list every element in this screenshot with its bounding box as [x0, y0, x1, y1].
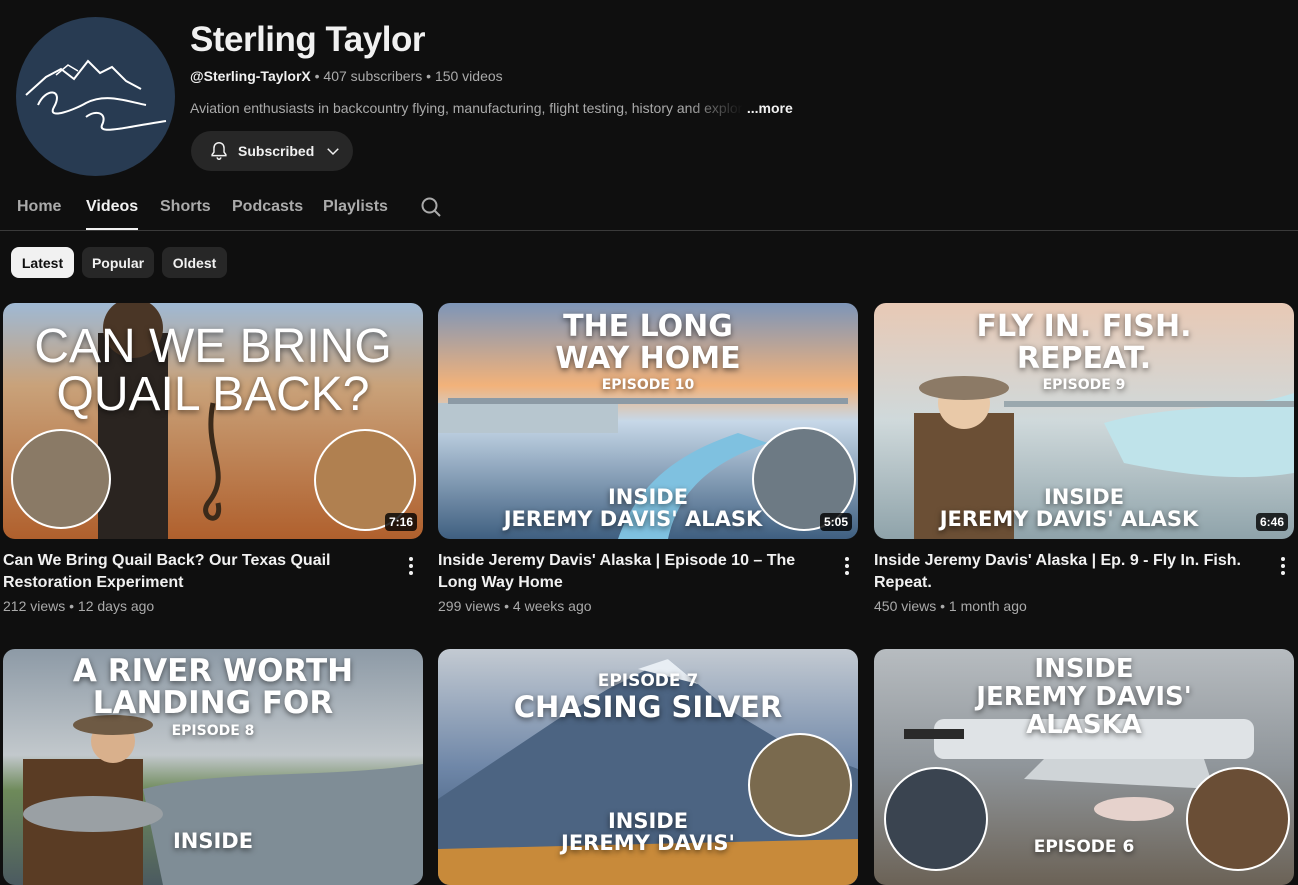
video-thumbnail[interactable]: EPISODE 7 CHASING SILVER INSIDE JEREMY D… [438, 649, 858, 885]
thumbnail-text-1: CAN WE BRING [34, 320, 392, 373]
thumbnail-bottom-2: JEREMY DAVIS' [561, 831, 735, 855]
video-title[interactable]: Inside Jeremy Davis' Alaska | Ep. 9 - Fl… [874, 550, 1264, 594]
thumbnail-text-1: THE LONG [563, 309, 733, 344]
episode-label: EPISODE 9 [1042, 377, 1126, 393]
thumbnail-bottom-1: INSIDE [607, 809, 689, 833]
duration-badge: 6:46 [1255, 513, 1288, 531]
chip-latest[interactable]: Latest [11, 247, 74, 278]
tab-videos[interactable]: Videos [86, 198, 139, 230]
thumbnail-text-1: INSIDE [1034, 654, 1134, 684]
video-thumbnail[interactable]: A RIVER WORTH LANDING FOR EPISODE 8 INSI… [3, 649, 423, 885]
duration-badge: 5:05 [819, 513, 852, 531]
thumbnail-text-2: LANDING FOR [92, 685, 334, 721]
search-icon[interactable] [419, 195, 443, 219]
video-thumbnail[interactable]: THE LONG WAY HOME EPISODE 10 INSIDE JERE… [438, 303, 858, 539]
episode-label: EPISODE 6 [1033, 837, 1135, 857]
video-thumbnail[interactable]: INSIDE JEREMY DAVIS' ALASKA EPISODE 6 [874, 649, 1294, 885]
video-meta: 299 views • 4 weeks ago [438, 598, 592, 614]
video-thumbnail[interactable]: FLY IN. FISH. REPEAT. EPISODE 9 INSIDE J… [874, 303, 1294, 539]
thumbnail-bottom-2: JEREMY DAVIS' ALASK [939, 507, 1199, 531]
thumbnail-bottom-2: JEREMY DAVIS' ALASK [503, 507, 763, 531]
thumbnail-text-1: FLY IN. FISH. [976, 309, 1192, 344]
channel-handle: @Sterling-TaylorX [190, 68, 311, 84]
avatar-logo [25, 59, 167, 131]
episode-label: EPISODE 10 [601, 377, 695, 393]
tab-podcasts[interactable]: Podcasts [232, 198, 303, 216]
thumbnail-text-2: JEREMY DAVIS' [976, 682, 1192, 712]
channel-stats: • 407 subscribers • 150 videos [310, 68, 503, 84]
more-link[interactable]: ...more [747, 100, 793, 116]
chip-popular[interactable]: Popular [82, 247, 154, 278]
channel-description[interactable]: Aviation enthusiasts in backcountry flyi… [190, 100, 793, 116]
duration-badge: 7:16 [384, 513, 417, 531]
thumbnail-text-2: WAY HOME [555, 341, 741, 376]
thumbnail-text-2: REPEAT. [1016, 341, 1152, 376]
thumbnail-bottom-1: INSIDE [172, 829, 254, 853]
episode-label: EPISODE 8 [171, 723, 255, 739]
video-title[interactable]: Can We Bring Quail Back? Our Texas Quail… [3, 550, 393, 594]
thumbnail-text-3: ALASKA [1026, 710, 1142, 740]
video-thumbnail[interactable]: CAN WE BRING QUAIL BACK? 7:16 [3, 303, 423, 539]
channel-meta: @Sterling-TaylorX • 407 subscribers • 15… [190, 68, 503, 84]
more-vert-icon[interactable] [1273, 554, 1293, 578]
chevron-down-icon [327, 148, 340, 156]
more-vert-icon[interactable] [837, 554, 857, 578]
thumbnail-text-1: A RIVER WORTH [72, 653, 354, 689]
thumbnail-bottom-1: INSIDE [607, 485, 689, 509]
video-meta: 450 views • 1 month ago [874, 598, 1027, 614]
channel-name: Sterling Taylor [190, 20, 425, 59]
coyote-inset [11, 429, 111, 529]
description-text: Aviation enthusiasts in backcountry flyi… [190, 100, 743, 116]
channel-tabs: Home Videos Shorts Podcasts Playlists [0, 184, 1298, 231]
tab-shorts[interactable]: Shorts [160, 198, 211, 216]
subscribed-button[interactable]: Subscribed [191, 131, 353, 171]
chip-oldest[interactable]: Oldest [162, 247, 227, 278]
more-vert-icon[interactable] [401, 554, 421, 578]
thumbnail-text-2: QUAIL BACK? [56, 368, 370, 421]
subscribed-label: Subscribed [238, 143, 315, 159]
channel-avatar [16, 17, 175, 176]
thumbnail-text-1: CHASING SILVER [513, 690, 783, 724]
tab-playlists[interactable]: Playlists [323, 198, 388, 216]
bell-icon [211, 142, 227, 160]
tab-home[interactable]: Home [17, 198, 61, 216]
video-title[interactable]: Inside Jeremy Davis' Alaska | Episode 10… [438, 550, 828, 594]
episode-label: EPISODE 7 [597, 671, 699, 691]
thumbnail-bottom-1: INSIDE [1043, 485, 1125, 509]
video-meta: 212 views • 12 days ago [3, 598, 155, 614]
